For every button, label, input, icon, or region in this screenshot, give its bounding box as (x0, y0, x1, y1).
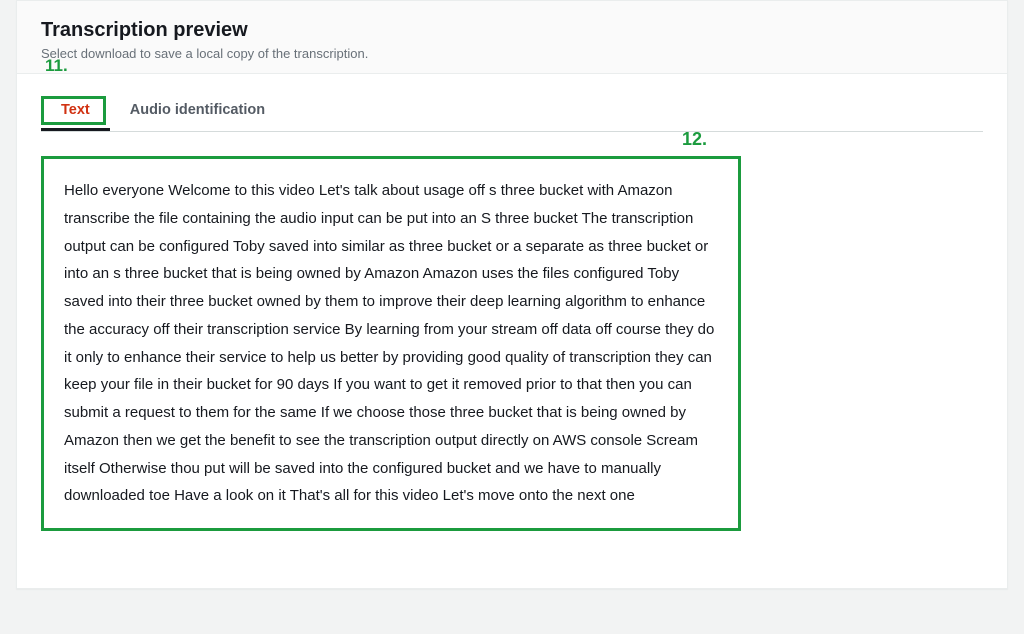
page-subtitle: Select download to save a local copy of … (41, 46, 983, 61)
transcription-text: Hello everyone Welcome to this video Let… (64, 177, 718, 510)
card-header: Transcription preview Select download to… (17, 1, 1007, 74)
page-title: Transcription preview (41, 19, 983, 42)
tab-audio-label: Audio identification (130, 102, 265, 118)
annotation-11: 11. (45, 56, 68, 76)
transcription-content-box: Hello everyone Welcome to this video Let… (41, 156, 741, 531)
tab-text-label: Text (61, 102, 90, 118)
annotation-12: 12. (682, 129, 707, 150)
tabs: Text Audio identification (41, 92, 983, 132)
tab-audio-identification[interactable]: Audio identification (110, 92, 285, 131)
transcription-preview-card: Transcription preview Select download to… (16, 0, 1008, 589)
tab-text[interactable]: Text (41, 92, 110, 131)
card-body: 11. Text Audio identification 12. Hello … (17, 74, 1007, 588)
transcription-scroll-area[interactable]: Hello everyone Welcome to this video Let… (41, 156, 983, 564)
